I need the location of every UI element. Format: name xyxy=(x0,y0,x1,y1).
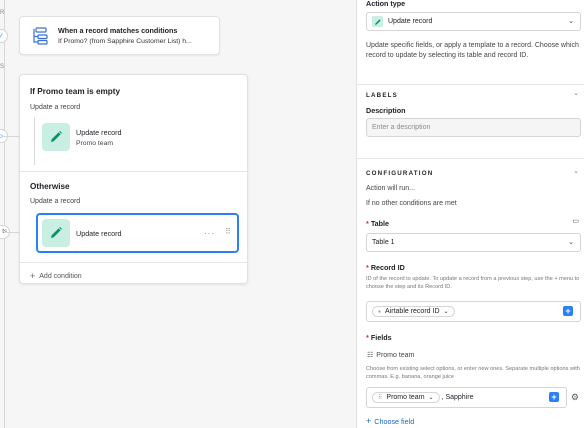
add-dynamic-value-button[interactable]: + xyxy=(563,306,573,316)
record-id-input[interactable]: ● Airtable record ID ⌄ + xyxy=(366,301,581,322)
section-divider xyxy=(357,158,584,159)
drag-handle-icon: ⠿ xyxy=(378,395,383,401)
description-label: Description xyxy=(366,106,406,115)
branch-indent-bar xyxy=(34,117,35,165)
fields-help: Choose from existing select options, or … xyxy=(366,366,580,380)
chevron-down-icon: ⌄ xyxy=(568,18,574,25)
footer-divider xyxy=(20,262,247,263)
check-icon: ✓ xyxy=(0,29,8,43)
branch-divider xyxy=(20,171,247,172)
pencil-icon xyxy=(372,16,383,27)
table-select[interactable]: Table 1 ⌄ xyxy=(366,233,581,252)
conditional-group-card: If Promo team is empty Update a record U… xyxy=(19,74,248,284)
trigger-title: When a record matches conditions xyxy=(58,26,178,35)
dot-icon: ● xyxy=(378,308,382,315)
promo-team-value-suffix: , Sapphire xyxy=(441,394,474,401)
action-type-select[interactable]: Update record ⌄ xyxy=(366,12,581,31)
action-title: Update record xyxy=(76,228,122,238)
trigger-card[interactable]: When a record matches conditions If Prom… xyxy=(19,16,220,55)
action-type-description: Update specific fields, or apply a templ… xyxy=(366,42,579,59)
fields-label: * Fields xyxy=(366,333,392,342)
more-options-icon[interactable]: ··· xyxy=(204,229,215,238)
record-id-help: ID of the record to update. To update a … xyxy=(366,276,580,290)
chevron-down-icon: ⌄ xyxy=(443,309,449,315)
connector xyxy=(4,232,19,233)
branch-heading-if: If Promo team is empty xyxy=(30,87,121,96)
connector xyxy=(4,136,19,137)
action-title: Update record xyxy=(76,127,122,137)
table-label: * Table xyxy=(366,219,390,228)
branch-subtext: Update a record xyxy=(30,198,81,205)
add-dynamic-value-button[interactable]: + xyxy=(549,392,559,402)
section-divider xyxy=(357,84,584,85)
automation-canvas: R ✓ S ▷ ts When a record matches conditi… xyxy=(0,0,356,428)
pencil-icon xyxy=(42,123,70,151)
field-promo-team-label: ☷ Promo team xyxy=(367,352,415,359)
plus-icon: + xyxy=(30,271,36,281)
action-type-value: Update record xyxy=(388,18,433,25)
table-link-icon[interactable]: ▭ xyxy=(572,217,579,225)
condition-text: If no other conditions are met xyxy=(366,200,457,207)
promo-team-input[interactable]: ⠿ Promo team ⌄ , Sapphire + xyxy=(366,387,567,408)
chevron-down-icon[interactable]: ⌄ xyxy=(573,167,579,175)
record-id-token[interactable]: ● Airtable record ID ⌄ xyxy=(372,306,455,317)
record-id-label: * Record ID xyxy=(366,263,405,272)
plus-icon: + xyxy=(366,416,372,426)
action-row-content: Update record xyxy=(42,219,122,247)
pencil-icon xyxy=(42,219,70,247)
action-row-otherwise-selected[interactable]: Update record ··· ⠿ xyxy=(36,213,239,253)
add-condition-button[interactable]: + Add condition xyxy=(30,271,82,281)
action-type-label: Action type xyxy=(366,0,406,8)
add-condition-label: Add condition xyxy=(39,272,82,280)
flow-rail xyxy=(4,0,5,428)
chevron-down-icon: ⌄ xyxy=(568,239,574,246)
description-input[interactable]: Enter a description xyxy=(366,118,581,137)
configuration-section-title: CONFIGURATION xyxy=(366,170,434,177)
branch-heading-otherwise: Otherwise xyxy=(30,182,70,191)
action-will-run-text: Action will run... xyxy=(366,185,416,192)
chevron-down-icon[interactable]: ⌄ xyxy=(573,89,579,97)
table-value: Table 1 xyxy=(372,239,395,246)
config-panel: Action type Update record ⌄ Update speci… xyxy=(356,0,584,428)
action-subtitle: Promo team xyxy=(76,139,114,147)
rail-label-top: R xyxy=(0,10,5,16)
record-match-trigger-icon xyxy=(33,26,48,45)
promo-team-token[interactable]: ⠿ Promo team ⌄ xyxy=(372,392,440,403)
chevron-down-icon: ⌄ xyxy=(428,395,434,401)
branch-subtext: Update a record xyxy=(30,104,81,111)
trigger-subtitle: If Promo? (from Sapphire Customer List) … xyxy=(58,38,192,45)
labels-section-title: LABELS xyxy=(366,92,398,99)
multiselect-field-icon: ☷ xyxy=(367,352,374,359)
action-row-if[interactable]: Update record Promo team xyxy=(42,123,122,151)
choose-field-button[interactable]: + Choose field xyxy=(366,416,414,426)
drag-handle-icon[interactable]: ⠿ xyxy=(225,227,231,236)
gear-icon[interactable]: ⚙ xyxy=(571,392,579,403)
rail-label-mid: S xyxy=(0,64,5,70)
